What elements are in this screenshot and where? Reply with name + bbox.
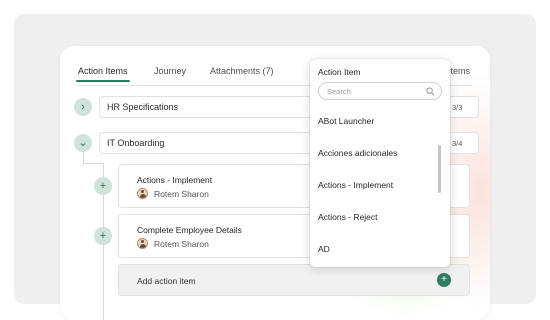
- plus-icon: +: [441, 274, 447, 285]
- assignee: Rotem Sharon: [137, 238, 209, 249]
- collapse-toggle-it-onboarding[interactable]: ⌄: [74, 134, 92, 152]
- expand-toggle-hr-specifications[interactable]: ›: [74, 98, 92, 116]
- tab-attachments[interactable]: Attachments (7): [210, 66, 274, 76]
- chevron-down-icon: ⌄: [78, 136, 88, 149]
- assignee-name: Rotem Sharon: [154, 188, 209, 199]
- row-label: IT Onboarding: [107, 138, 165, 148]
- avatar: [137, 238, 148, 249]
- row-count: 3/4: [452, 139, 463, 148]
- add-action-item-label: Add action item: [137, 276, 196, 286]
- plus-icon: +: [99, 179, 107, 192]
- tab-items[interactable]: Items: [448, 66, 470, 76]
- add-action-item-row[interactable]: Add action item +: [118, 264, 470, 296]
- dropdown-option[interactable]: Actions - Implement: [318, 180, 393, 190]
- tree-connector: [83, 163, 103, 164]
- search-icon: [426, 87, 435, 96]
- add-subitem-button[interactable]: +: [94, 177, 112, 195]
- chevron-right-icon: ›: [81, 100, 85, 113]
- search-input[interactable]: [327, 86, 423, 97]
- assignee: Rotem Sharon: [137, 188, 209, 199]
- task-title: Complete Employee Details: [137, 225, 242, 235]
- action-item-dropdown: Action Item ABot Launcher Acciones adici…: [310, 59, 450, 267]
- avatar: [137, 188, 148, 199]
- tab-action-items[interactable]: Action Items: [76, 66, 130, 82]
- dropdown-option[interactable]: Acciones adicionales: [318, 148, 397, 158]
- assignee-name: Rotem Sharon: [154, 238, 209, 249]
- dropdown-search: [318, 82, 442, 100]
- plus-icon: +: [99, 229, 107, 242]
- dropdown-option[interactable]: AD: [318, 244, 330, 254]
- dropdown-option[interactable]: Actions - Reject: [318, 212, 378, 222]
- row-count: 3/3: [452, 103, 463, 112]
- task-title: Actions - Implement: [137, 175, 213, 185]
- row-label: HR Specifications: [107, 102, 179, 112]
- dropdown-scrollbar[interactable]: [438, 145, 441, 193]
- dropdown-option[interactable]: ABot Launcher: [318, 116, 374, 126]
- add-subitem-button[interactable]: +: [94, 227, 112, 245]
- add-action-item-button[interactable]: +: [437, 273, 451, 287]
- dropdown-header: Action Item: [318, 67, 361, 77]
- tab-journey[interactable]: Journey: [154, 66, 186, 76]
